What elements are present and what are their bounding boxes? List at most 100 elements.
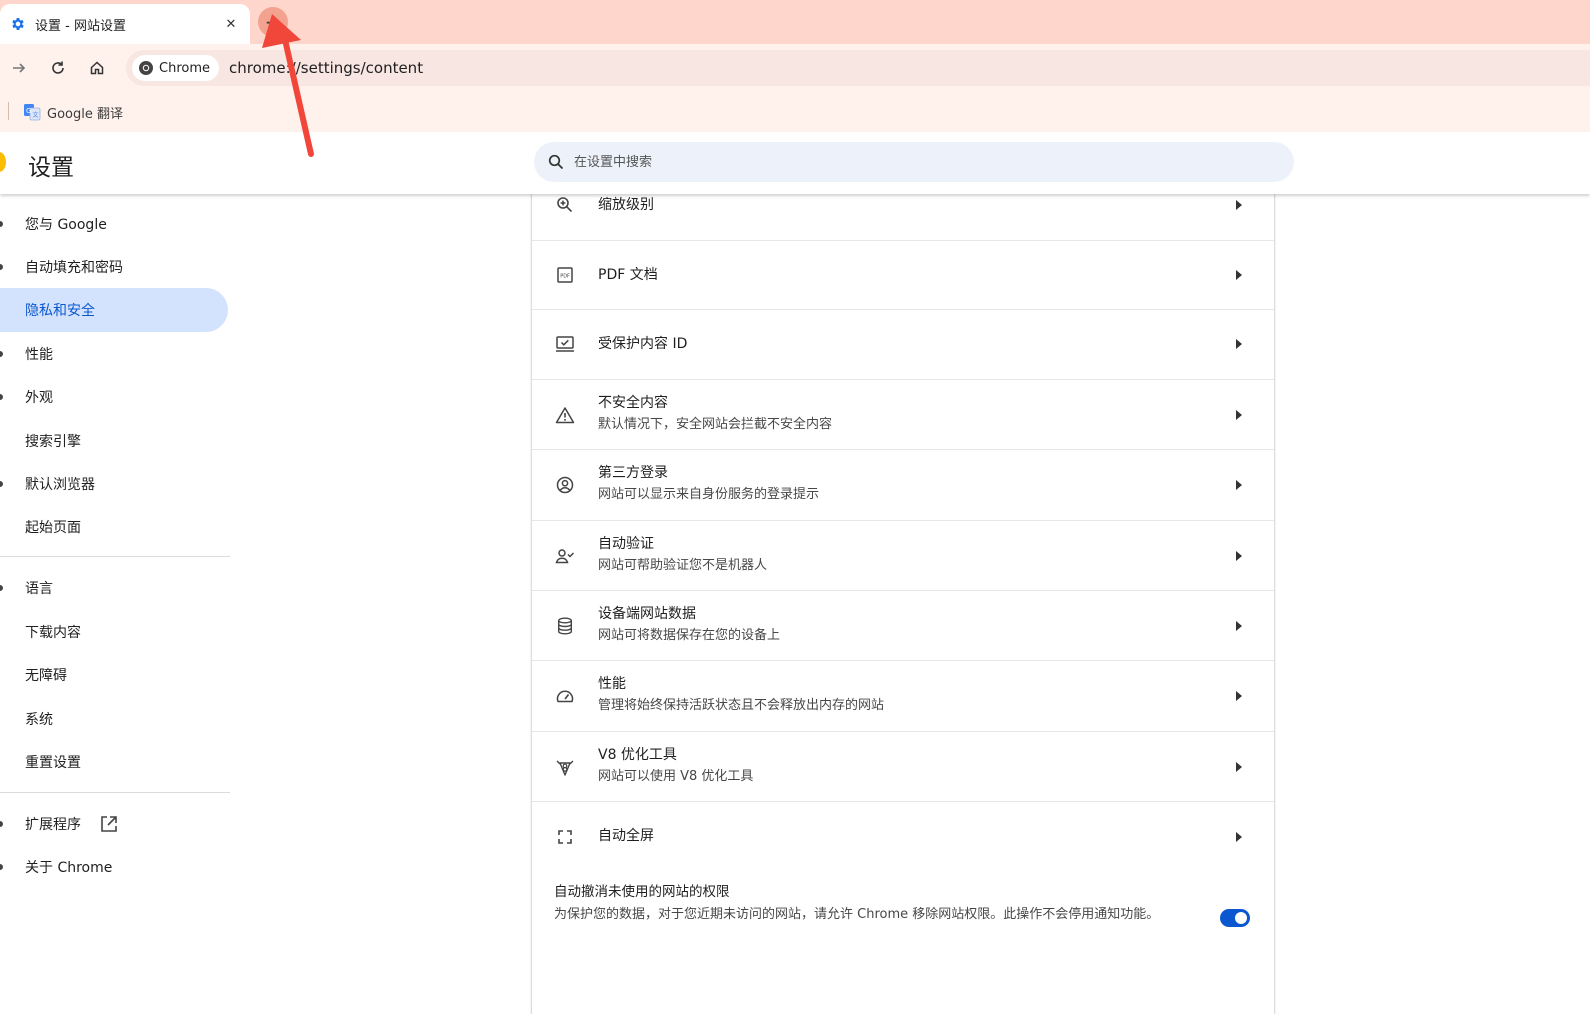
home-button[interactable] (83, 54, 111, 82)
nav-icon (0, 221, 3, 227)
setting-subtitle: 网站可帮助验证您不是机器人 (598, 558, 768, 573)
sidebar-item-label: 语言 (25, 581, 53, 597)
sidebar-item-languages[interactable]: 语言 (0, 566, 228, 610)
setting-text: 性能 管理将始终保持活跃状态且不会释放出内存的网站 (598, 674, 884, 716)
sidebar-item-you-and-google[interactable]: 您与 Google (0, 202, 228, 246)
reload-button[interactable] (44, 54, 72, 82)
sidebar-item-search-engine[interactable]: 搜索引擎 (0, 419, 228, 463)
sidebar-item-accessibility[interactable]: 无障碍 (0, 653, 228, 697)
setting-row-third-party-sign-in[interactable]: 第三方登录 网站可以显示来自身份服务的登录提示 (532, 450, 1274, 521)
caret-right-icon (1234, 831, 1244, 843)
page-title: 设置 (28, 155, 74, 181)
caret-right-icon (1234, 269, 1244, 281)
sidebar-item-label: 默认浏览器 (25, 477, 95, 493)
setting-title: PDF 文档 (598, 267, 658, 283)
setting-title: V8 优化工具 (598, 747, 677, 763)
sidebar-item-appearance[interactable]: 外观 (0, 375, 228, 419)
toolbar: Chrome chrome://settings/content (0, 44, 1590, 92)
nav-icon (0, 864, 3, 870)
sidebar-item-label: 隐私和安全 (25, 303, 95, 319)
setting-title: 性能 (598, 676, 626, 692)
setting-title: 不安全内容 (598, 395, 668, 411)
caret-right-icon (1234, 761, 1244, 773)
revoke-permissions-toggle[interactable] (1220, 909, 1250, 927)
setting-row-auto-fullscreen[interactable]: 自动全屏 (532, 802, 1274, 872)
close-icon[interactable]: ✕ (222, 17, 240, 32)
speedometer-icon (554, 685, 576, 707)
nav-icon (0, 351, 3, 357)
google-translate-icon: G 文 (24, 104, 41, 121)
sidebar-item-default-browser[interactable]: 默认浏览器 (0, 462, 228, 506)
search-input[interactable] (572, 153, 1172, 171)
new-tab-button[interactable]: + (258, 7, 288, 37)
caret-right-icon (1234, 620, 1244, 632)
database-icon (554, 615, 576, 637)
sidebar-item-extensions[interactable]: 扩展程序 (0, 802, 228, 846)
sidebar-item-label: 搜索引擎 (25, 434, 81, 450)
tab-settings[interactable]: 设置 - 网站设置 ✕ (0, 4, 250, 44)
setting-row-pdf[interactable]: PDF PDF 文档 (532, 241, 1274, 310)
setting-row-v8-optimizer[interactable]: V8 优化工具 网站可以使用 V8 优化工具 (532, 732, 1274, 802)
sidebar-item-downloads[interactable]: 下载内容 (0, 610, 228, 654)
caret-right-icon (1234, 338, 1244, 350)
sidebar-item-label: 您与 Google (25, 217, 107, 233)
v8-icon (554, 756, 576, 778)
setting-row-auto-verify[interactable]: 自动验证 网站可帮助验证您不是机器人 (532, 521, 1274, 591)
sidebar-item-startup[interactable]: 起始页面 (0, 505, 228, 549)
warning-icon (554, 404, 576, 426)
sidebar-item-reset[interactable]: 重置设置 (0, 740, 228, 784)
url-text[interactable]: chrome://settings/content (229, 59, 423, 77)
setting-subtitle: 网站可以显示来自身份服务的登录提示 (598, 487, 820, 502)
settings-header: 设置 (0, 132, 1590, 194)
address-bar[interactable]: Chrome chrome://settings/content (126, 50, 1590, 86)
setting-title: 自动全屏 (598, 828, 654, 844)
sidebar-item-about-chrome[interactable]: 关于 Chrome (0, 845, 228, 889)
setting-subtitle: 默认情况下，安全网站会拦截不安全内容 (598, 417, 833, 432)
sidebar-item-label: 扩展程序 (25, 817, 81, 833)
toggle-knob (1235, 912, 1247, 924)
setting-subtitle: 网站可将数据保存在您的设备上 (598, 628, 781, 643)
svg-text:G: G (26, 107, 31, 115)
setting-row-on-device-site-data[interactable]: 设备端网站数据 网站可将数据保存在您的设备上 (532, 591, 1274, 661)
sidebar-item-system[interactable]: 系统 (0, 697, 228, 741)
setting-title: 设备端网站数据 (598, 606, 696, 622)
zoom-icon (554, 194, 576, 216)
sidebar-item-performance[interactable]: 性能 (0, 332, 228, 376)
setting-text: PDF 文档 (598, 265, 658, 285)
site-chip[interactable]: Chrome (132, 55, 219, 81)
setting-title: 自动验证 (598, 536, 654, 552)
sidebar: 您与 Google 自动填充和密码 隐私和安全 性能 外观 搜索引擎 默认浏览器… (0, 194, 232, 1008)
tab-strip: 设置 - 网站设置 ✕ + (0, 0, 1590, 44)
sidebar-item-autofill[interactable]: 自动填充和密码 (0, 245, 228, 289)
caret-right-icon (1234, 199, 1244, 211)
account-icon (554, 474, 576, 496)
setting-row-performance[interactable]: 性能 管理将始终保持活跃状态且不会释放出内存的网站 (532, 661, 1274, 732)
svg-text:PDF: PDF (560, 274, 570, 280)
sidebar-item-label: 外观 (25, 390, 53, 406)
home-icon (90, 61, 104, 75)
chrome-logo-icon (139, 61, 153, 75)
settings-search[interactable] (534, 142, 1294, 182)
setting-text: 设备端网站数据 网站可将数据保存在您的设备上 (598, 604, 780, 646)
setting-title: 受保护内容 ID (598, 336, 688, 352)
sidebar-item-label: 自动填充和密码 (25, 260, 123, 276)
setting-text: 第三方登录 网站可以显示来自身份服务的登录提示 (598, 463, 819, 505)
reload-icon (52, 61, 64, 74)
open-in-new-icon (101, 816, 117, 832)
setting-title: 缩放级别 (598, 197, 654, 213)
site-settings-card: 缩放级别 PDF PDF 文档 受保护内容 ID 不安全内容 默认情况下，安全网… (531, 194, 1275, 1014)
protected-content-icon (554, 333, 576, 355)
tab-title: 设置 - 网站设置 (35, 18, 126, 34)
bookmark-google-translate[interactable]: G 文 Google 翻译 (23, 101, 123, 123)
sidebar-item-privacy[interactable]: 隐私和安全 (0, 288, 228, 332)
search-icon (548, 154, 564, 170)
arrow-right-icon (13, 63, 26, 73)
setting-row-insecure-content[interactable]: 不安全内容 默认情况下，安全网站会拦截不安全内容 (532, 380, 1274, 450)
setting-text: 受保护内容 ID (598, 334, 687, 354)
setting-row-protected-content[interactable]: 受保护内容 ID (532, 310, 1274, 380)
setting-text: 不安全内容 默认情况下，安全网站会拦截不安全内容 (598, 393, 832, 435)
forward-button[interactable] (5, 54, 33, 82)
revoke-description: 为保护您的数据，对于您近期未访问的网站，请允许 Chrome 移除网站权限。此操… (554, 907, 1160, 922)
caret-right-icon (1234, 479, 1244, 491)
nav-icon (0, 394, 3, 400)
